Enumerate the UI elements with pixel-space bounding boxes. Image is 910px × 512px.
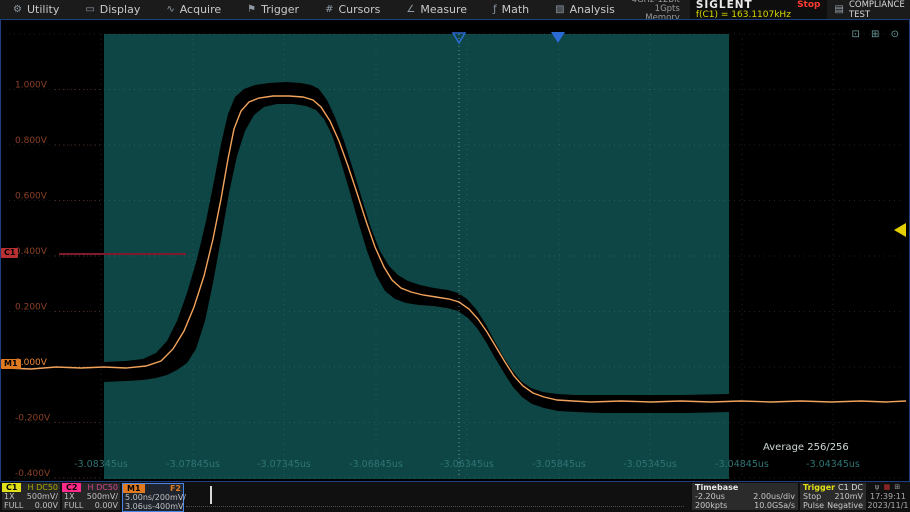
y-axis-label: 0.600V: [15, 192, 48, 202]
y-axis-label: 0.200V: [15, 303, 48, 313]
utility-icon: ⚙: [13, 4, 22, 15]
x-axis-label: -3.07845us: [166, 459, 220, 470]
y-axis-label: -0.400V: [15, 469, 51, 479]
acquire-icon: ∿: [166, 4, 174, 15]
menu-display[interactable]: ▭ Display: [72, 0, 153, 19]
c1-attenuation: 1X: [4, 492, 15, 501]
measure-icon: ∠: [406, 4, 415, 15]
measure-label: Measure: [420, 3, 467, 16]
usb-icon: ψ: [875, 483, 881, 491]
menu-cursors[interactable]: # Cursors: [312, 0, 393, 19]
math-label: Math: [502, 3, 530, 16]
menu-measure[interactable]: ∠ Measure: [393, 0, 480, 19]
c1-badge: C1: [2, 483, 21, 492]
trigger-level: 210mV: [834, 492, 863, 501]
x-axis-label: -3.05845us: [532, 459, 586, 470]
brand-status-box: SIGLENT Stop f(C1) = 163.1107kHz: [690, 0, 827, 19]
math-box-m1[interactable]: M1 F2 5.00ns/ 200mV/ 3.06us -400mV: [122, 483, 184, 512]
x-axis-label: -3.05345us: [623, 459, 677, 470]
cursors-label: Cursors: [338, 3, 380, 16]
menu-math[interactable]: ƒ Math: [480, 0, 542, 19]
m1-badge: M1: [123, 484, 145, 493]
c1-offset: 0.00V: [35, 501, 58, 510]
trigger-mode: Stop: [803, 492, 821, 501]
x-axis-label: -3.07345us: [257, 459, 311, 470]
lan-error-icon: ▦: [884, 483, 892, 491]
c2-coupling: H DC50: [88, 483, 118, 492]
c1-bandwidth: FULL: [4, 501, 23, 510]
c1-scale: 500mV/: [27, 492, 58, 501]
c1-coupling: H DC50: [28, 483, 58, 492]
clock-box: ψ ▦ ⊞ 17:39:11 2023/11/1: [867, 483, 909, 510]
trigger-title: Trigger: [803, 483, 835, 492]
analysis-icon: ▧: [555, 4, 564, 15]
c1-position-marker[interactable]: C1: [1, 248, 18, 258]
trigger-type: Pulse: [803, 501, 824, 510]
m1-vscale: 200mV/: [155, 493, 186, 502]
x-axis-label: -3.06345us: [440, 459, 494, 470]
trigger-source: C1 DC: [838, 483, 863, 492]
oscilloscope-screen: ⚙ Utility ▭ Display ∿ Acquire ⚑ Trigger # Cursors…: [0, 0, 910, 512]
clock-time: 17:39:11: [867, 492, 909, 501]
c2-scale: 500mV/: [87, 492, 118, 501]
acquisition-status-badge[interactable]: Stop: [797, 0, 820, 10]
waveform-display-area[interactable]: 1.000V0.800V0.600V0.400V0.200V0.000V-0.2…: [0, 19, 910, 482]
y-axis-label: 0.800V: [15, 136, 48, 146]
c2-bandwidth: FULL: [64, 501, 83, 510]
timebase-box[interactable]: Timebase -2.20us 2.00us/div 200kpts 10.0…: [692, 483, 798, 510]
network-icon: ⊞: [894, 483, 901, 491]
menu-utility[interactable]: ⚙ Utility: [0, 0, 72, 19]
timebase-samplerate: 10.0GSa/s: [754, 501, 795, 510]
clock-date: 2023/11/1: [867, 501, 909, 510]
compliance-label: COMPLIANCE TEST: [849, 0, 910, 20]
math-icon: ƒ: [493, 4, 497, 15]
trigger-icon: ⚑: [247, 4, 256, 15]
m1-hscale: 5.00ns/: [125, 493, 155, 502]
compliance-icon: ▤: [835, 4, 844, 15]
y-axis-label: -0.200V: [15, 414, 51, 424]
m1-position-marker[interactable]: M1: [1, 359, 21, 369]
menu-items: ⚙ Utility ▭ Display ∿ Acquire ⚑ Trigger # Cursors…: [0, 0, 628, 19]
compliance-test-button[interactable]: ▤ COMPLIANCE TEST: [827, 0, 910, 20]
display-icon: ▭: [85, 4, 94, 15]
acquire-label: Acquire: [180, 3, 221, 16]
trigger-label: Trigger: [261, 3, 299, 16]
c2-attenuation: 1X: [64, 492, 75, 501]
record-position-line: [186, 506, 684, 507]
record-position-tick[interactable]: [210, 486, 212, 504]
timebase-title: Timebase: [695, 483, 738, 492]
m1-hpos: 3.06us: [125, 502, 152, 511]
channel-box-c2[interactable]: C2 H DC50 1X 500mV/ FULL 0.00V: [62, 483, 120, 510]
x-axis-label: -3.06845us: [349, 459, 403, 470]
y-axis-label: 0.400V: [15, 247, 48, 257]
menu-right-info: 4GHz-12Bit 1Gpts Memory SIGLENT Stop f(C…: [628, 0, 910, 19]
display-corner-icons[interactable]: ⊡ ⊞ ⊙: [852, 29, 904, 40]
trigger-box[interactable]: Trigger C1 DC Stop 210mV Pulse Negative: [800, 483, 866, 510]
average-count-label: Average 256/256: [763, 442, 849, 453]
display-label: Display: [100, 3, 141, 16]
x-axis-label: -3.08345us: [74, 459, 128, 470]
menu-trigger[interactable]: ⚑ Trigger: [234, 0, 312, 19]
cursors-icon: #: [325, 4, 333, 15]
status-bar: C1 H DC50 1X 500mV/ FULL 0.00V C2 H DC50…: [0, 482, 910, 512]
timebase-points: 200kpts: [695, 501, 727, 510]
x-axis-label: -3.04345us: [806, 459, 860, 470]
utility-label: Utility: [27, 3, 59, 16]
waveform-svg[interactable]: 1.000V0.800V0.600V0.400V0.200V0.000V-0.2…: [1, 20, 909, 481]
menu-acquire[interactable]: ∿ Acquire: [153, 0, 234, 19]
x-axis-label: -3.04845us: [715, 459, 769, 470]
channel-box-c1[interactable]: C1 H DC50 1X 500mV/ FULL 0.00V: [2, 483, 60, 510]
timebase-delay: -2.20us: [695, 492, 725, 501]
menu-bar: ⚙ Utility ▭ Display ∿ Acquire ⚑ Trigger # Cursors…: [0, 0, 910, 19]
trigger-slope: Negative: [827, 501, 863, 510]
y-axis-label: 1.000V: [15, 81, 48, 91]
m1-source-label: F2: [170, 484, 181, 493]
timebase-scale: 2.00us/div: [753, 492, 795, 501]
c2-badge: C2: [62, 483, 81, 492]
c2-offset: 0.00V: [95, 501, 118, 510]
analysis-label: Analysis: [570, 3, 615, 16]
trigger-level-marker[interactable]: [894, 223, 906, 237]
menu-analysis[interactable]: ▧ Analysis: [542, 0, 628, 19]
m1-voffset: -400mV: [152, 502, 183, 511]
